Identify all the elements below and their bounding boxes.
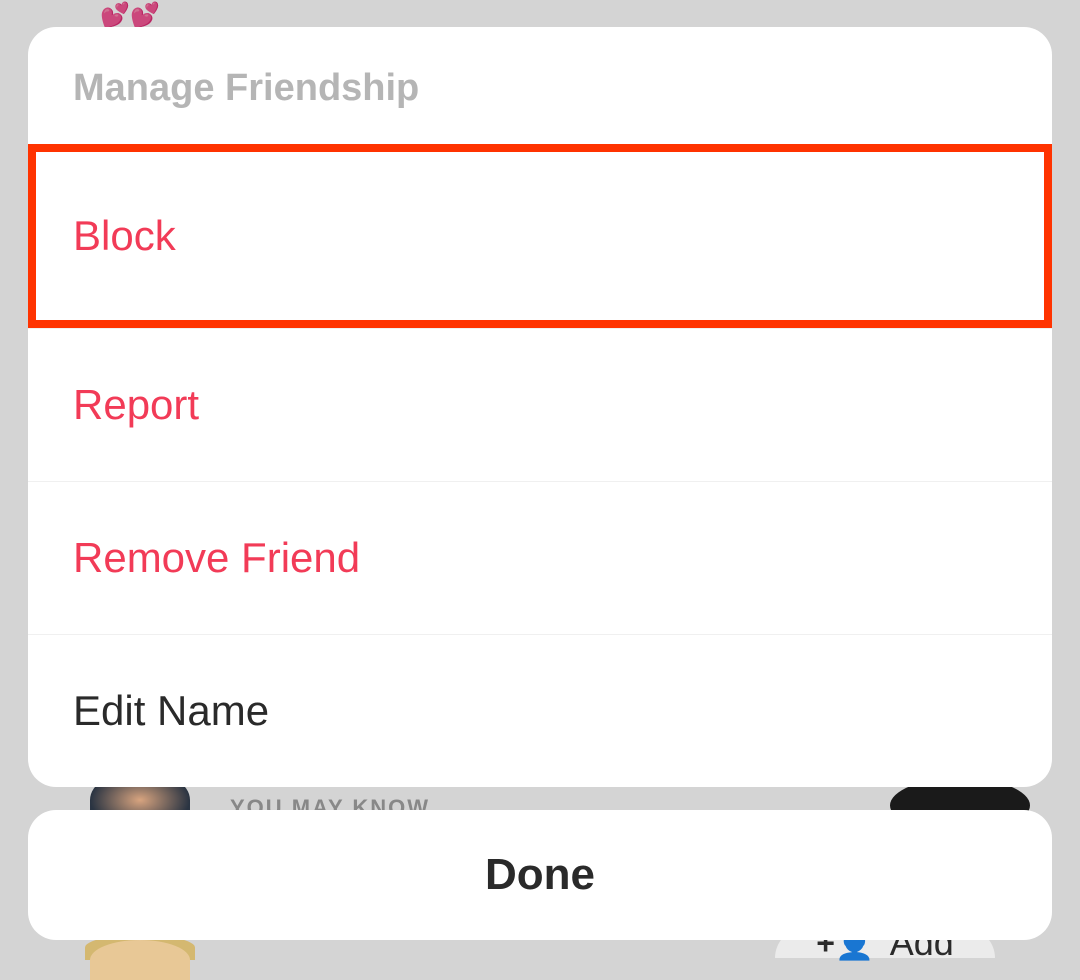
done-label: Done — [485, 850, 595, 900]
manage-friendship-sheet: Manage Friendship Block Report Remove Fr… — [28, 27, 1052, 787]
option-label: Report — [73, 381, 199, 428]
bitmoji-avatar-bottom — [90, 940, 190, 980]
hearts-icon: 💕💕 — [100, 1, 160, 30]
report-option[interactable]: Report — [28, 328, 1052, 481]
block-option[interactable]: Block — [28, 144, 1052, 328]
option-label: Block — [73, 212, 176, 259]
edit-name-option[interactable]: Edit Name — [28, 634, 1052, 787]
remove-friend-option[interactable]: Remove Friend — [28, 481, 1052, 634]
option-label: Edit Name — [73, 687, 269, 734]
option-label: Remove Friend — [73, 534, 360, 581]
done-button[interactable]: Done — [28, 810, 1052, 940]
sheet-title: Manage Friendship — [73, 67, 1007, 110]
sheet-header: Manage Friendship — [28, 27, 1052, 145]
